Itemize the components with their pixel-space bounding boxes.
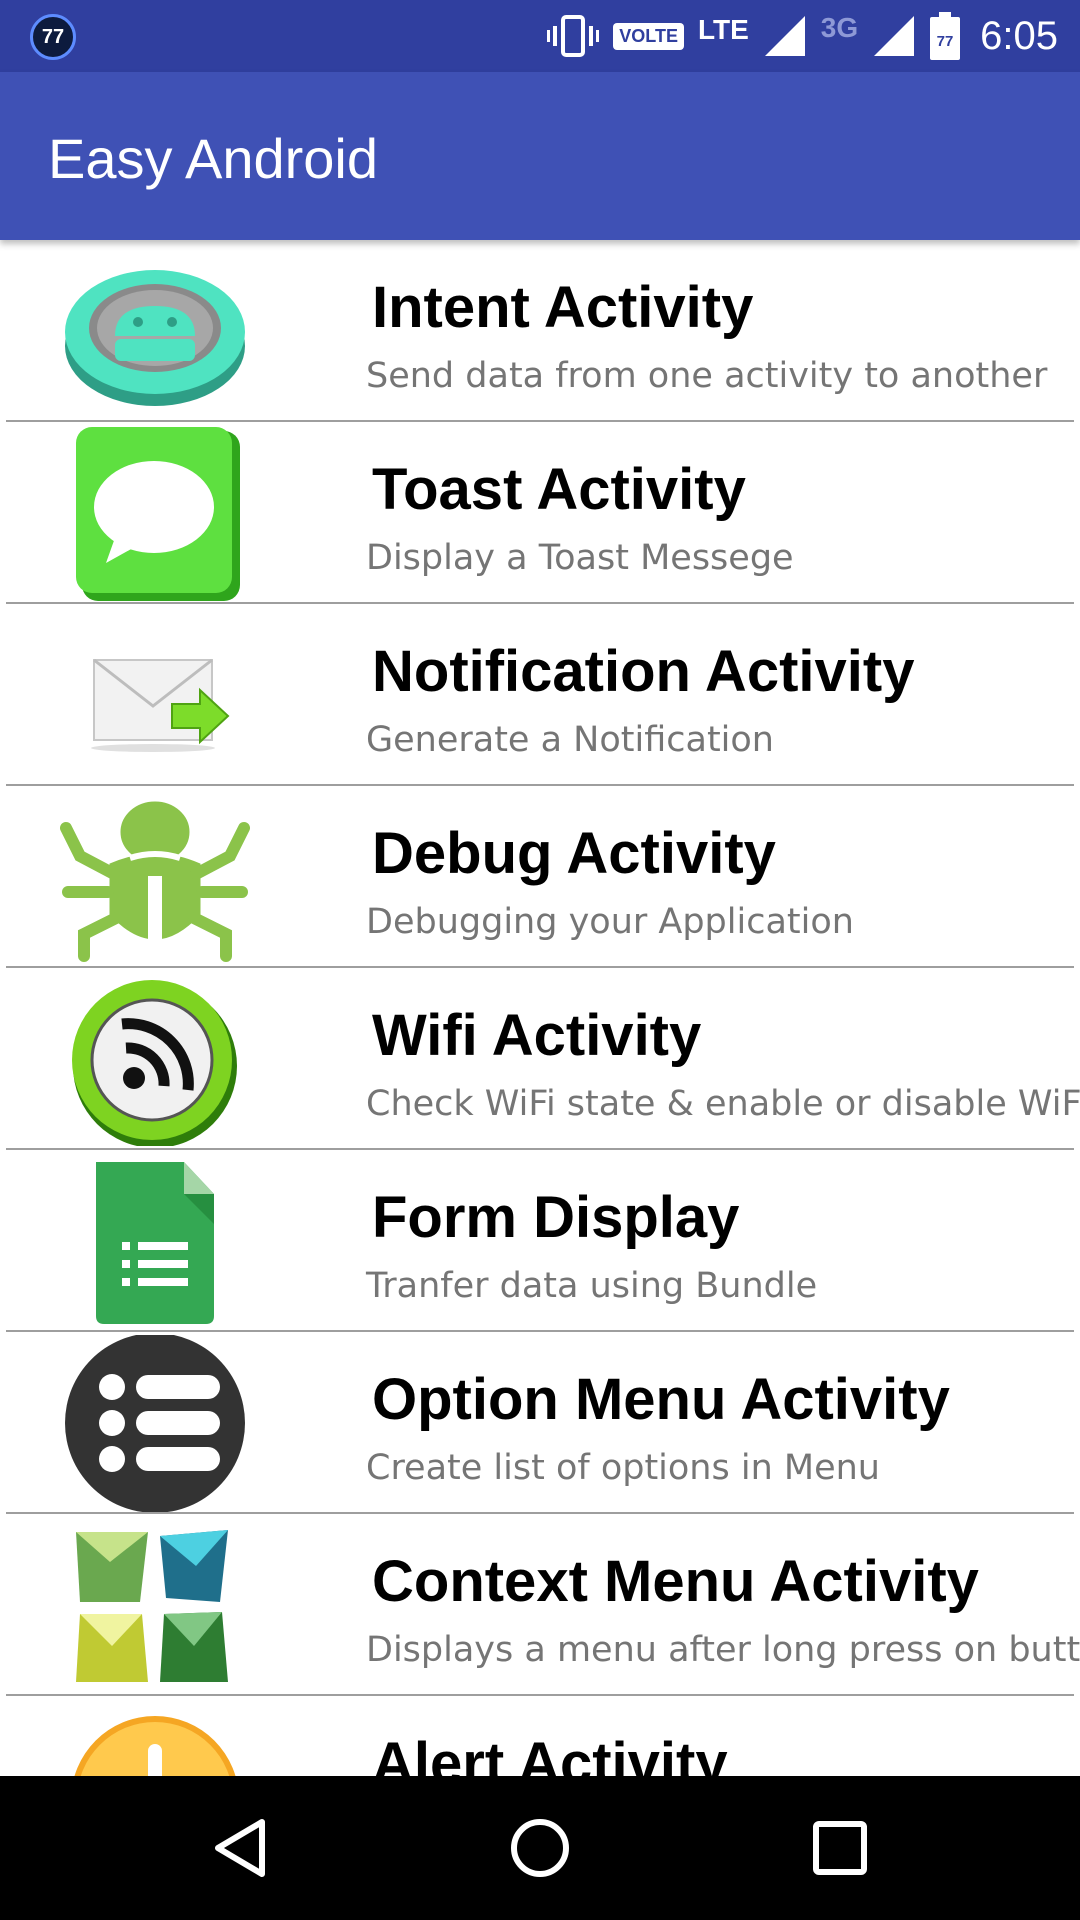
back-button[interactable] bbox=[170, 1776, 314, 1920]
activity-list[interactable]: Intent Activity Send data from one activ… bbox=[0, 240, 1080, 1776]
item-title: Notification Activity bbox=[372, 639, 915, 704]
list-item-wifi-activity[interactable]: Wifi Activity Check WiFi state & enable … bbox=[0, 968, 1080, 1150]
bug-icon bbox=[60, 794, 250, 964]
back-triangle-icon bbox=[215, 1819, 265, 1877]
network-3g-label: 3G bbox=[820, 12, 859, 43]
item-subtitle: Create list of options in Menu bbox=[366, 1448, 880, 1488]
home-circle-icon bbox=[511, 1819, 569, 1877]
screen: 77 VOLTE LTE 3G 77 6:05 Easy Android Int… bbox=[0, 0, 1080, 1920]
item-title: Alert Activity bbox=[372, 1731, 728, 1776]
recents-button[interactable] bbox=[768, 1776, 912, 1920]
item-subtitle: Generate a Notification bbox=[366, 720, 774, 760]
lte-label: LTE bbox=[697, 14, 749, 45]
app-title: Easy Android bbox=[48, 127, 378, 190]
list-item-debug-activity[interactable]: Debug Activity Debugging your Applicatio… bbox=[0, 786, 1080, 968]
item-title: Context Menu Activity bbox=[372, 1549, 979, 1614]
alert-icon bbox=[60, 1704, 250, 1776]
item-subtitle: Check WiFi state & enable or disable WiF… bbox=[366, 1084, 1080, 1124]
menu-list-icon bbox=[60, 1335, 250, 1513]
item-title: Form Display bbox=[372, 1185, 740, 1250]
signal-2-icon bbox=[874, 16, 915, 56]
signal-icon bbox=[764, 16, 805, 56]
list-item-form-display[interactable]: Form Display Tranfer data using Bundle bbox=[0, 1150, 1080, 1332]
item-subtitle: Display a Toast Messege bbox=[366, 538, 794, 578]
item-subtitle: Send data from one activity to another bbox=[366, 356, 1048, 396]
item-title: Option Menu Activity bbox=[372, 1367, 950, 1432]
message-bubble-icon bbox=[60, 427, 250, 601]
app-bar: Easy Android bbox=[0, 72, 1080, 240]
item-title: Debug Activity bbox=[372, 821, 776, 886]
item-subtitle: Tranfer data using Bundle bbox=[366, 1266, 818, 1306]
battery-icon: 77 bbox=[930, 12, 961, 60]
list-item-alert-activity[interactable]: Alert Activity bbox=[0, 1696, 1080, 1776]
recents-square-icon bbox=[813, 1821, 867, 1875]
notification-badge-icon: 77 bbox=[30, 14, 76, 60]
envelope-arrow-icon bbox=[60, 612, 250, 782]
battery-level: 77 bbox=[937, 33, 954, 50]
item-subtitle: Debugging your Application bbox=[366, 902, 854, 942]
volte-badge: VOLTE bbox=[613, 22, 684, 50]
item-subtitle: Displays a menu after long press on butt… bbox=[366, 1630, 1080, 1670]
navigation-bar bbox=[0, 1776, 1080, 1920]
status-bar: 77 VOLTE LTE 3G 77 6:05 bbox=[0, 0, 1080, 72]
item-title: Intent Activity bbox=[372, 275, 754, 340]
list-item-notification-activity[interactable]: Notification Activity Generate a Notific… bbox=[0, 604, 1080, 786]
form-sheet-icon bbox=[60, 1158, 250, 1328]
status-icons: VOLTE LTE 3G 77 6:05 bbox=[533, 0, 1058, 72]
list-item-intent-activity[interactable]: Intent Activity Send data from one activ… bbox=[0, 240, 1080, 422]
home-button[interactable] bbox=[468, 1776, 612, 1920]
list-item-toast-activity[interactable]: Toast Activity Display a Toast Messege bbox=[0, 422, 1080, 604]
item-title: Wifi Activity bbox=[372, 1003, 702, 1068]
list-item-option-menu-activity[interactable]: Option Menu Activity Create list of opti… bbox=[0, 1332, 1080, 1514]
wifi-icon bbox=[60, 976, 250, 1146]
android-badge-icon bbox=[60, 248, 250, 418]
vibrate-icon bbox=[547, 15, 600, 57]
item-title: Toast Activity bbox=[372, 457, 746, 522]
tiles-icon bbox=[60, 1522, 250, 1692]
list-item-context-menu-activity[interactable]: Context Menu Activity Displays a menu af… bbox=[0, 1514, 1080, 1696]
clock: 6:05 bbox=[980, 13, 1058, 58]
